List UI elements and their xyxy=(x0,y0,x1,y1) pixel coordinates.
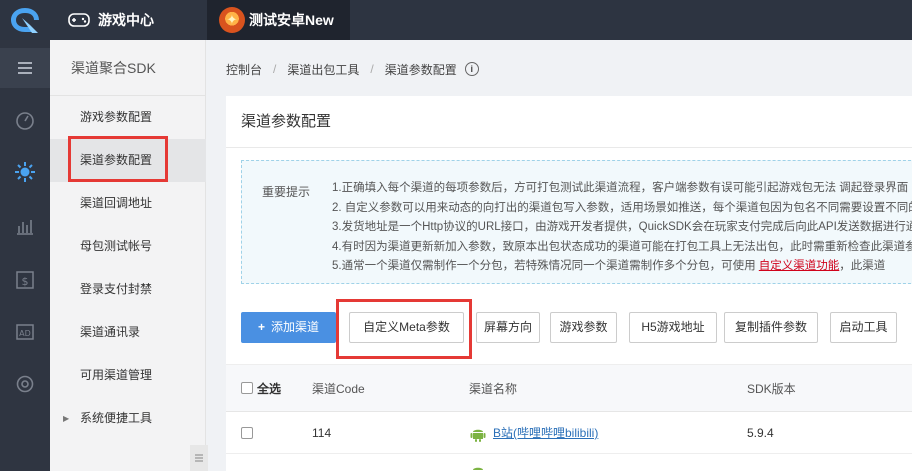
current-game-tab[interactable]: ✦ 测试安卓New xyxy=(207,0,350,40)
select-all-label: 全选 xyxy=(257,382,282,396)
svg-text:AD: AD xyxy=(19,329,31,338)
rail-channel-sdk[interactable] xyxy=(0,152,50,192)
info-icon[interactable]: i xyxy=(464,62,479,76)
android-icon xyxy=(470,429,486,442)
highlight-box-sidebar xyxy=(68,136,168,182)
grip-icon xyxy=(195,454,203,462)
h5-game-url-button[interactable]: H5游戏地址 xyxy=(629,312,717,343)
table-row[interactable]: 114 B站(哔哩哔哩bilibili) 5.9.4 xyxy=(226,412,912,454)
dollar-box-icon: $ xyxy=(16,271,34,289)
notice-line-tail: ，此渠道 xyxy=(839,260,886,272)
copy-plugin-params-button[interactable]: 复制插件参数 xyxy=(724,312,818,343)
rail-support[interactable] xyxy=(0,364,50,404)
notice-line-text: 5.通常一个渠道仅需制作一个分包，若特殊情况同一个渠道需制作多个分包，可使用 xyxy=(332,260,759,272)
channel-name-link[interactable]: B站(哔哩哔哩bilibili) xyxy=(493,426,598,440)
sidebar-item-contacts[interactable]: 渠道通讯录 xyxy=(50,311,206,354)
ad-icon: AD xyxy=(16,324,34,340)
logo-icon xyxy=(11,8,39,33)
rail-statistics[interactable] xyxy=(0,206,50,246)
add-channel-button[interactable]: + 添加渠道 xyxy=(241,312,336,343)
select-all-checkbox[interactable] xyxy=(241,382,253,394)
game-params-button[interactable]: 游戏参数 xyxy=(550,312,617,343)
table-header: 全选 渠道Code 渠道名称 SDK版本 xyxy=(226,364,912,412)
custom-channel-link[interactable]: 自定义渠道功能 xyxy=(759,260,840,272)
column-header-sdk-version[interactable]: SDK版本 xyxy=(747,365,796,413)
screen-orientation-button[interactable]: 屏幕方向 xyxy=(476,312,540,343)
rail-payment[interactable]: $ xyxy=(0,260,50,300)
notice-line: 4.有时因为渠道更新新加入参数，致原本出包状态成功的渠道可能在打包工具上无法出包… xyxy=(332,240,912,253)
game-center-label: 游戏中心 xyxy=(98,12,154,28)
page-title: 渠道参数配置 xyxy=(226,96,912,148)
icon-rail: $ AD xyxy=(0,40,50,471)
hamburger-icon xyxy=(18,62,32,74)
channel-code: 114 xyxy=(312,426,332,440)
breadcrumb-current: 渠道参数配置 xyxy=(384,62,457,77)
notice-line: 3.发货地址是一个Http协议的URL接口，由游戏开发者提供，QuickSDK会… xyxy=(332,221,912,233)
top-bar: 游戏中心 ✦ 测试安卓New xyxy=(0,0,912,40)
add-channel-label: 添加渠道 xyxy=(271,320,320,334)
breadcrumb-console[interactable]: 控制台 xyxy=(226,61,262,78)
breadcrumb: 控制台 / 渠道出包工具 / 渠道参数配置 i xyxy=(226,58,479,80)
sidebar-item-ban[interactable]: 登录支付封禁 xyxy=(50,268,206,311)
notice-line: 1.正确填入每个渠道的每项参数后，方可打包测试此渠道流程，客户端参数有误可能引起… xyxy=(332,182,909,194)
speedometer-icon xyxy=(16,112,34,130)
rail-ads[interactable]: AD xyxy=(0,312,50,352)
plus-icon: + xyxy=(257,320,265,334)
launch-tool-button[interactable]: 启动工具 xyxy=(830,312,897,343)
current-game-label: 测试安卓New xyxy=(249,12,334,28)
notice-line: 5.通常一个渠道仅需制作一个分包，若特殊情况同一个渠道需制作多个分包，可使用 自… xyxy=(332,257,912,277)
caret-right-icon: ▶ xyxy=(63,414,70,423)
sidebar-item-test-account[interactable]: 母包测试帐号 xyxy=(50,225,206,268)
sidebar-item-channel-manage[interactable]: 可用渠道管理 xyxy=(50,354,206,397)
notice-label: 重要提示 xyxy=(262,185,311,199)
row-checkbox[interactable] xyxy=(241,427,253,439)
sun-gear-icon xyxy=(15,162,35,182)
android-icon xyxy=(473,467,483,470)
headset-icon xyxy=(16,375,34,393)
gamepad-icon xyxy=(68,13,90,27)
game-center-nav[interactable]: 游戏中心 xyxy=(68,0,154,40)
table-row[interactable] xyxy=(226,454,912,471)
game-avatar-icon: ✦ xyxy=(219,7,245,33)
bar-chart-icon xyxy=(17,220,33,235)
notice-box: 重要提示 1.正确填入每个渠道的每项参数后，方可打包测试此渠道流程，客户端参数有… xyxy=(241,160,912,284)
sidebar-item-system-tools[interactable]: ▶ 系统便捷工具 xyxy=(50,397,206,440)
channel-name-cell: B站(哔哩哔哩bilibili) xyxy=(469,412,598,454)
breadcrumb-separator: / xyxy=(273,62,277,76)
sidebar-title: 渠道聚合SDK xyxy=(50,40,205,96)
main-panel: 渠道参数配置 重要提示 1.正确填入每个渠道的每项参数后，方可打包测试此渠道流程… xyxy=(226,96,912,471)
sidebar-item-callback-url[interactable]: 渠道回调地址 xyxy=(50,182,206,225)
menu-toggle-button[interactable] xyxy=(0,48,50,88)
sidebar-item-game-params[interactable]: 游戏参数配置 xyxy=(50,96,206,139)
sdk-version: 5.9.4 xyxy=(747,426,774,440)
column-header-name[interactable]: 渠道名称 xyxy=(469,365,517,413)
column-header-code[interactable]: 渠道Code xyxy=(312,365,365,413)
highlight-box-meta-button xyxy=(336,299,472,359)
sidebar: 渠道聚合SDK 游戏参数配置 渠道参数配置 渠道回调地址 母包测试帐号 登录支付… xyxy=(50,40,206,471)
notice-lines: 1.正确填入每个渠道的每项参数后，方可打包测试此渠道流程，客户端参数有误可能引起… xyxy=(332,179,912,277)
sidebar-item-label: 系统便捷工具 xyxy=(80,411,153,425)
app-logo[interactable] xyxy=(0,0,50,40)
sidebar-collapse-handle[interactable] xyxy=(190,445,208,471)
breadcrumb-packaging-tool[interactable]: 渠道出包工具 xyxy=(287,61,359,78)
notice-line: 2. 自定义参数可以用来动态的向打出的渠道包写入参数，适用场景如推送，每个渠道包… xyxy=(332,201,912,214)
svg-text:$: $ xyxy=(22,275,29,288)
rail-dashboard[interactable] xyxy=(0,100,50,140)
breadcrumb-separator: / xyxy=(370,62,374,76)
